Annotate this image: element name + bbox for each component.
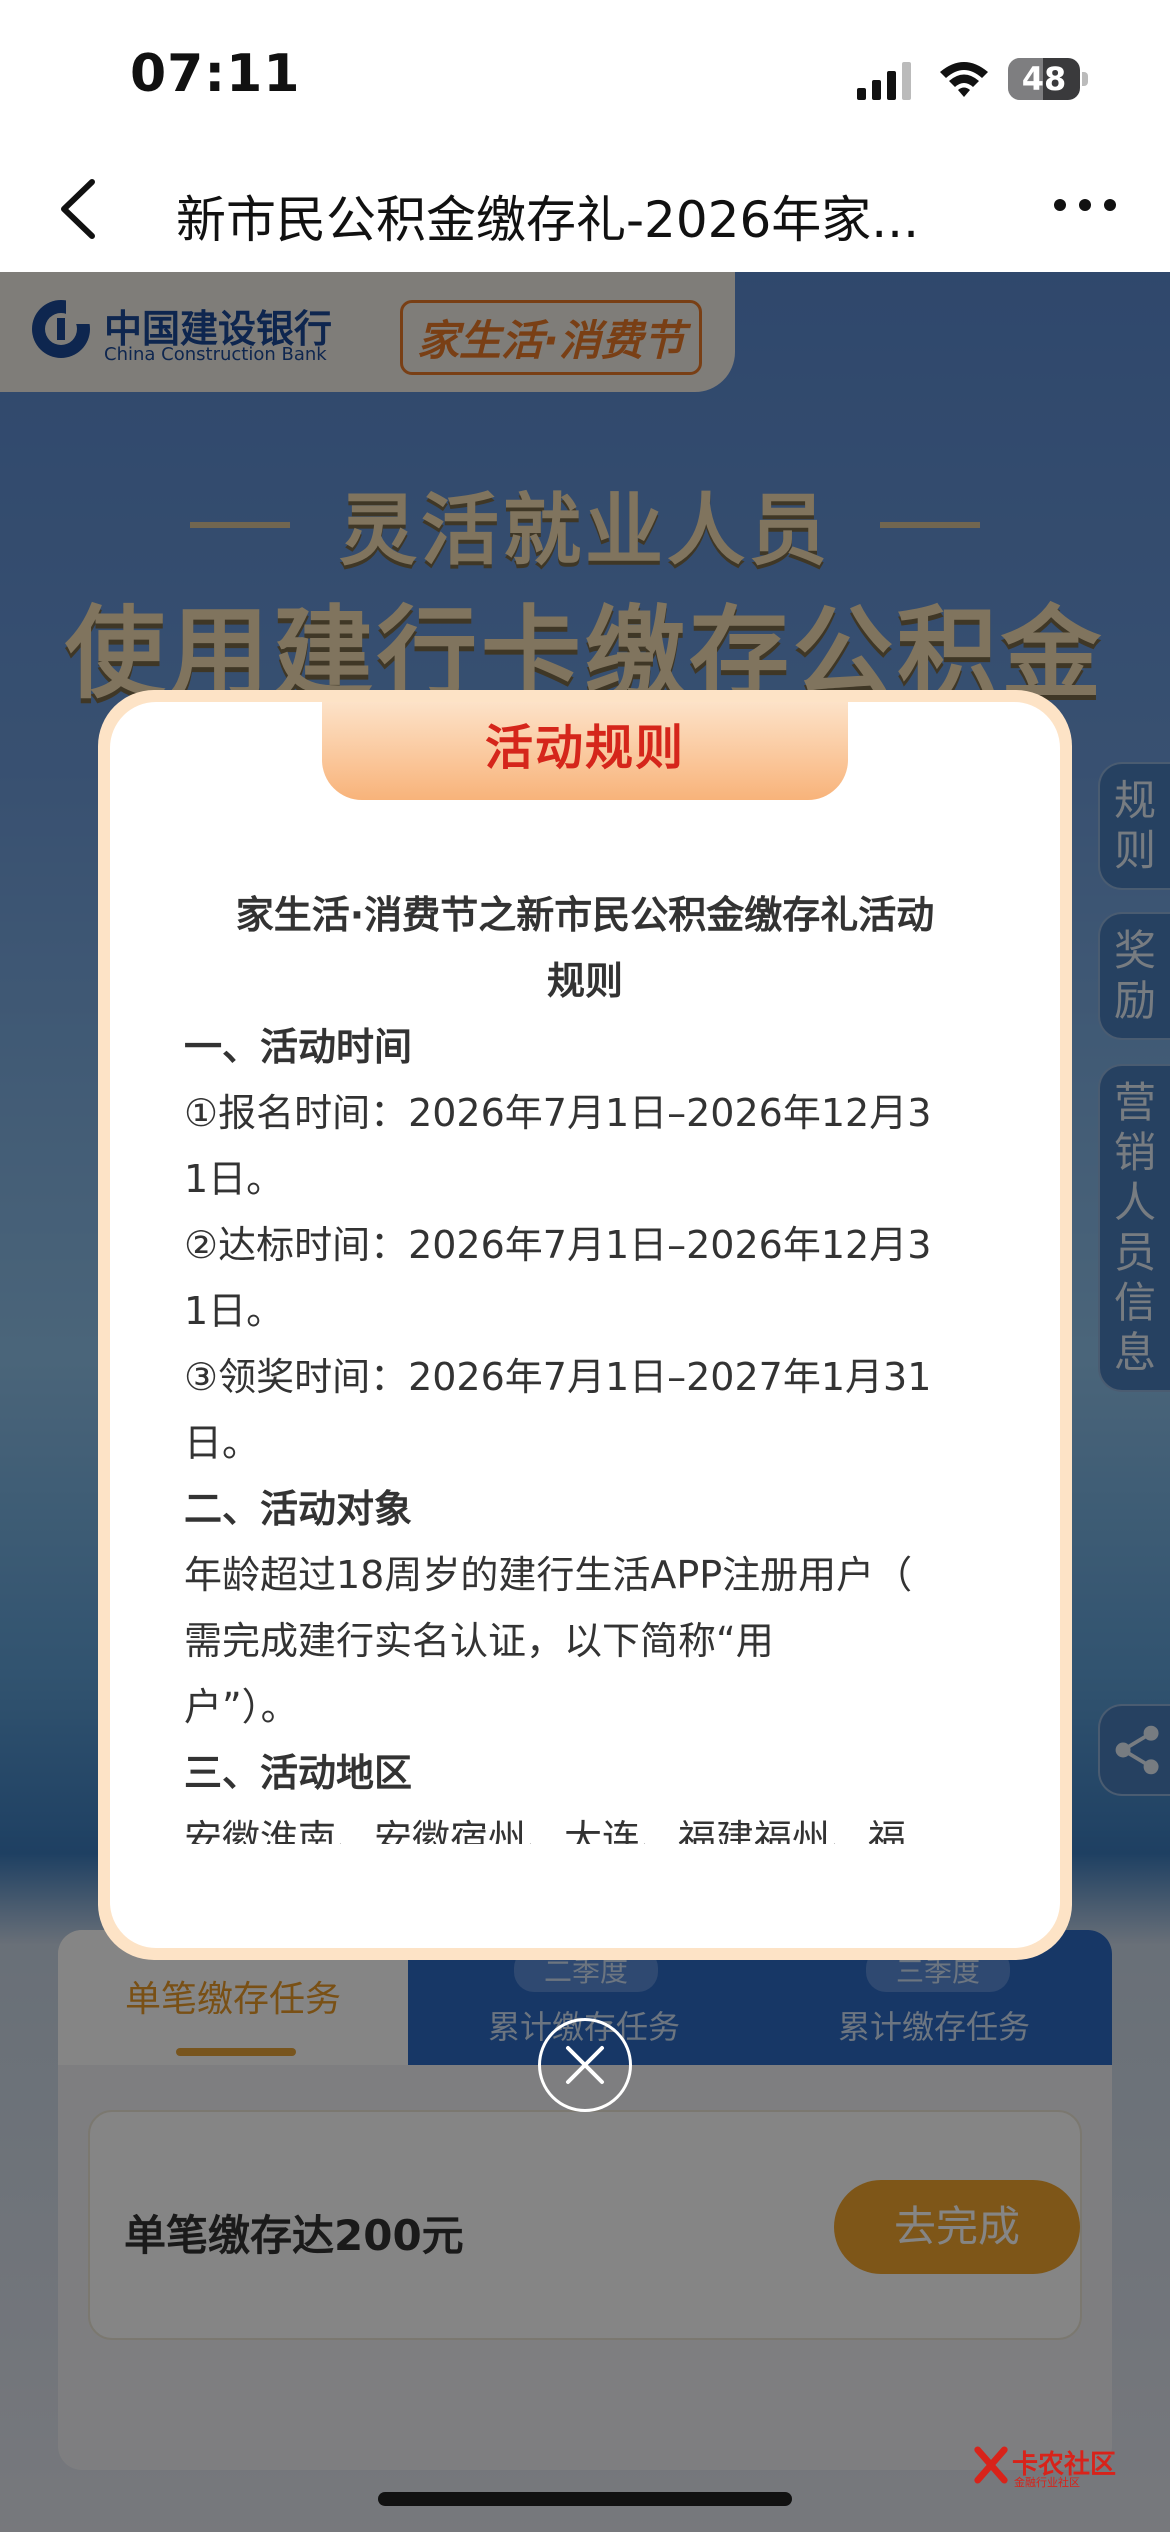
rules-line: 需完成建行实名认证，以下简称“用: [184, 1619, 774, 1663]
rules-heading-line-1: 家生活·消费节之新市民公积金缴存礼活动: [235, 893, 935, 937]
battery-indicator: 48: [1008, 58, 1088, 100]
rules-line: ③领奖时间：2026年7月1日–2027年1月31: [184, 1355, 932, 1399]
rules-line: ②达标时间：2026年7月1日–2026年12月3: [184, 1223, 932, 1267]
rules-body[interactable]: 一、活动时间 ①报名时间：2026年7月1日–2026年12月3 1日。 ②达标…: [184, 1014, 984, 1844]
cellular-signal-icon: [857, 62, 911, 100]
rules-dialog-title: 活动规则: [484, 720, 685, 776]
page-title: 新市民公积金缴存礼-2026年家...: [176, 191, 919, 249]
navigation-bar: 新市民公积金缴存礼-2026年家...: [0, 150, 1170, 272]
watermark-logo-icon: [974, 2446, 1008, 2484]
close-dialog-button[interactable]: [538, 2018, 632, 2112]
watermark-subtext: 金融行业社区: [1014, 2476, 1080, 2489]
rules-line: 日。: [184, 1421, 261, 1465]
close-icon: [566, 2046, 604, 2084]
wifi-icon: [940, 62, 988, 97]
battery-body: 48: [1008, 58, 1080, 100]
rules-heading-line-2: 规则: [546, 959, 623, 1003]
rules-line: ①报名时间：2026年7月1日–2026年12月3: [184, 1091, 932, 1135]
rules-line: 户”）。: [184, 1685, 299, 1729]
battery-tip: [1082, 72, 1088, 86]
rules-line: 安徽淮南、安徽宿州、大连、福建福州、福: [184, 1817, 907, 1844]
more-options-icon[interactable]: [1050, 190, 1120, 220]
rules-dialog-header: 活动规则: [322, 702, 848, 800]
back-arrow-icon[interactable]: [52, 174, 108, 244]
home-indicator: [378, 2492, 792, 2506]
rules-line: 1日。: [184, 1157, 285, 1201]
app-screen: 07:11 48 新市民公积金缴存礼-2026年家... 中国建设银行 Chin…: [0, 0, 1170, 2532]
rules-dialog-content: 活动规则 家生活·消费节之新市民公积金缴存礼活动 规则 一、活动时间 ①报名时间…: [110, 702, 1060, 1948]
watermark: 卡农社区 金融行业社区: [972, 2442, 1116, 2492]
rules-dialog: 活动规则 家生活·消费节之新市民公积金缴存礼活动 规则 一、活动时间 ①报名时间…: [98, 690, 1072, 1960]
rules-line: 年龄超过18周岁的建行生活APP注册用户（: [184, 1553, 913, 1597]
rules-section-target: 二、活动对象: [184, 1487, 413, 1531]
status-time: 07:11: [130, 44, 301, 104]
status-bar: 07:11 48: [0, 0, 1170, 150]
rules-section-region: 三、活动地区: [184, 1751, 413, 1795]
rules-line: 1日。: [184, 1289, 285, 1333]
battery-percentage: 48: [1021, 60, 1067, 98]
rules-section-time: 一、活动时间: [184, 1025, 413, 1069]
rules-heading: 家生活·消费节之新市民公积金缴存礼活动 规则: [190, 882, 980, 1014]
